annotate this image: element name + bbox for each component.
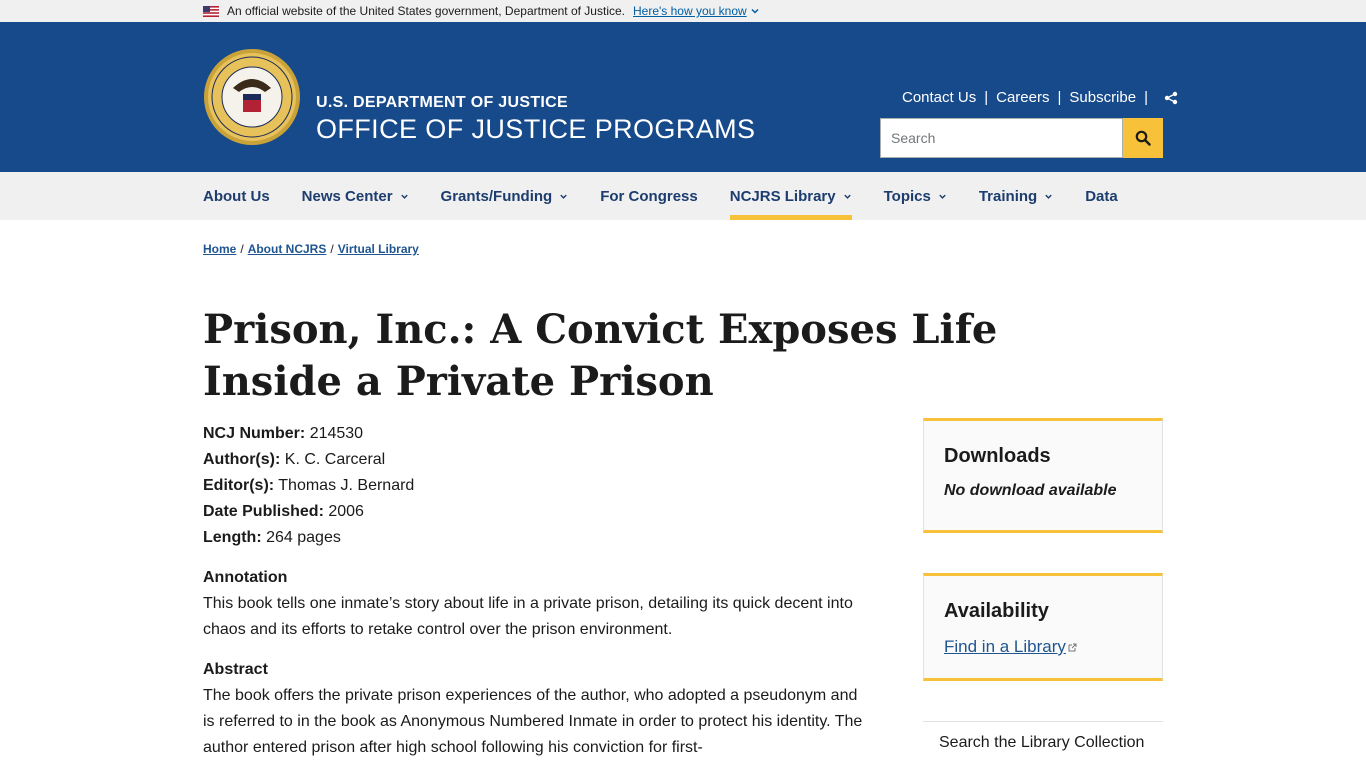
nav-label: News Center [301,187,393,205]
breadcrumb-about-ncjrs[interactable]: About NCJRS [248,242,327,256]
nav-label: Data [1085,187,1118,205]
search-library-collection-link[interactable]: Search the Library Collection [923,721,1163,764]
nav-item-training[interactable]: Training [979,172,1053,220]
length-row: Length: 264 pages [203,525,873,551]
nav-label: Grants/Funding [440,187,553,205]
department-name: U.S. DEPARTMENT OF JUSTICE [316,94,568,111]
doj-seal-logo[interactable] [203,48,301,146]
nav-item-news-center[interactable]: News Center [302,172,409,220]
page-title: Prison, Inc.: A Convict Exposes Life Ins… [203,306,998,405]
site-header: U.S. DEPARTMENT OF JUSTICE OFFICE OF JUS… [0,22,1366,172]
share-icon[interactable] [1164,91,1178,105]
nav-label: NCJRS Library [729,187,836,205]
find-in-library-link[interactable]: Find in a Library [944,637,1142,657]
availability-card: Availability Find in a Library [923,573,1163,681]
nav-item-for-congress[interactable]: For Congress [600,172,698,220]
date-published-row: Date Published: 2006 [203,499,873,525]
external-link-icon [1068,643,1077,651]
ncj-number-value: 214530 [309,425,364,442]
chevron-down-icon [1045,194,1052,199]
chevron-down-icon [843,194,851,199]
publication-details: NCJ Number: 214530 Author(s): K. C. Carc… [203,421,873,761]
chevron-down-icon [560,194,567,199]
ncj-number-row: NCJ Number: 214530 [203,421,873,447]
ncj-number-label: NCJ Number: [203,425,306,442]
nav-label: Training [978,187,1038,205]
downloads-heading: Downloads [944,445,1051,467]
separator: | [1057,89,1062,106]
find-in-library-label: Find in a Library [944,637,1066,656]
nav-item-ncjrs-library[interactable]: NCJRS Library [729,172,852,220]
date-published-value: 2006 [328,503,364,520]
date-published-label: Date Published: [203,503,324,520]
gov-banner-text: An official website of the United States… [227,4,625,18]
search-icon [1135,130,1151,146]
author-label: Author(s): [203,451,281,468]
breadcrumb-separator: / [330,242,334,256]
nav-label: For Congress [600,187,698,205]
annotation-heading: Annotation [203,569,288,586]
separator: | [984,89,989,106]
editor-label: Editor(s): [203,477,275,494]
downloads-card: Downloads No download available [923,418,1163,533]
main-nav: About Us News Center Grants/Funding For … [0,172,1366,220]
search-button[interactable] [1123,118,1163,158]
abstract-heading: Abstract [203,661,268,678]
nav-item-grants-funding[interactable]: Grants/Funding [441,172,569,220]
nav-label: About Us [203,187,270,205]
availability-heading: Availability [944,600,1049,622]
nav-item-topics[interactable]: Topics [884,172,947,220]
length-label: Length: [203,529,262,546]
breadcrumb-virtual-library[interactable]: Virtual Library [338,242,419,256]
us-flag-icon [203,5,219,17]
editor-row: Editor(s): Thomas J. Bernard [203,473,873,499]
author-row: Author(s): K. C. Carceral [203,447,873,473]
separator: | [1144,89,1148,106]
breadcrumb-separator: / [240,242,244,256]
editor-value: Thomas J. Bernard [278,477,415,494]
no-download-text: No download available [944,482,1117,499]
nav-item-about-us[interactable]: About Us [203,172,270,220]
search-form [880,118,1163,158]
gov-banner: An official website of the United States… [0,0,1366,22]
breadcrumb: Home / About NCJRS / Virtual Library [203,242,419,256]
contact-us-link[interactable]: Contact Us [902,89,976,106]
abstract-text: The book offers the private prison exper… [203,687,863,756]
nav-label: Topics [883,187,931,205]
office-name: OFFICE OF JUSTICE PROGRAMS [316,114,756,144]
breadcrumb-home[interactable]: Home [203,242,236,256]
search-input[interactable] [880,118,1123,158]
agency-name[interactable]: U.S. DEPARTMENT OF JUSTICE OFFICE OF JUS… [316,94,755,145]
author-value: K. C. Carceral [284,451,386,468]
heres-how-you-know-link[interactable]: Here's how you know [633,4,747,18]
length-value: 264 pages [266,529,341,546]
careers-link[interactable]: Careers [996,89,1049,106]
subscribe-link[interactable]: Subscribe [1069,89,1136,106]
nav-item-data[interactable]: Data [1085,172,1118,220]
utility-links: Contact Us | Careers | Subscribe | [902,89,1178,106]
chevron-down-icon[interactable] [750,6,760,16]
chevron-down-icon [939,194,946,199]
annotation-text: This book tells one inmate’s story about… [203,595,853,638]
chevron-down-icon [400,194,408,199]
